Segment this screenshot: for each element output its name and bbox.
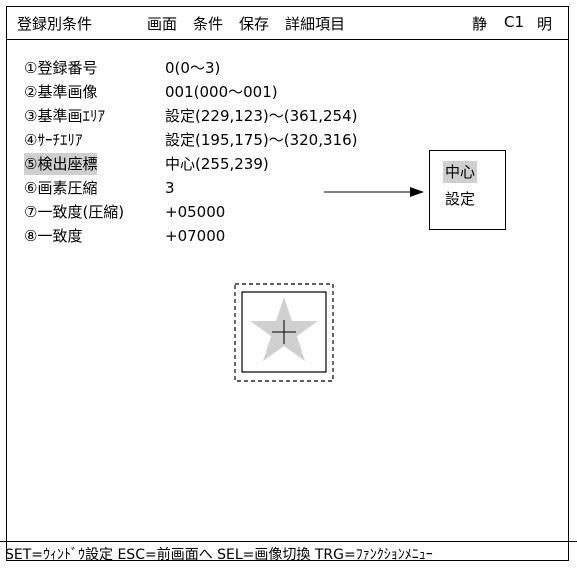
setting-label-search-area[interactable]: ④ｻｰﾁｴﾘｱ xyxy=(24,129,82,151)
coordinate-option-popup: 中心 設定 xyxy=(429,150,506,230)
setting-value-reference-image: 001(000～001) xyxy=(165,83,278,101)
setting-label-match[interactable]: ⑧一致度 xyxy=(24,225,82,247)
star-template-icon xyxy=(234,283,334,382)
setting-label-reference-area[interactable]: ③基準画ｴﾘｱ xyxy=(24,105,105,127)
setting-label-registration-no[interactable]: ①登録番号 xyxy=(24,57,97,79)
setting-value-pixel-compression: 3 xyxy=(165,179,175,197)
setting-label-match-compressed[interactable]: ⑦一致度(圧縮) xyxy=(24,201,124,223)
menu-item-save[interactable]: 保存 xyxy=(239,13,269,34)
menu-item-details[interactable]: 詳細項目 xyxy=(285,13,345,34)
camera-indicator: C1 xyxy=(504,13,525,31)
light-indicator: 明 xyxy=(537,15,553,33)
setting-value-search-area: 設定(195,175)～(320,316) xyxy=(165,131,358,149)
menu-bar: 登録別条件 画面 条件 保存 詳細項目 静 C1 明 xyxy=(6,6,569,40)
setting-label-pixel-compression[interactable]: ⑥画素圧縮 xyxy=(24,177,97,199)
setting-value-detect-coordinate: 中心(255,239) xyxy=(165,155,269,173)
option-center[interactable]: 中心 xyxy=(443,161,478,183)
setting-value-registration-no: 0(0～3) xyxy=(165,59,221,77)
mode-indicator: 静 xyxy=(472,15,488,33)
arrow-right-icon xyxy=(324,187,424,197)
setting-label-detect-coordinate[interactable]: ⑤検出座標 xyxy=(24,153,98,175)
setting-label-reference-image[interactable]: ②基準画像 xyxy=(24,81,97,103)
setting-value-reference-area: 設定(229,123)～(361,254) xyxy=(165,107,358,125)
screen-title: 登録別条件 xyxy=(17,15,93,33)
setting-value-match-compressed: +05000 xyxy=(165,203,226,221)
menu-item-condition[interactable]: 条件 xyxy=(193,13,223,34)
setting-value-match: +07000 xyxy=(165,227,226,245)
option-custom[interactable]: 設定 xyxy=(443,188,477,210)
key-guide-bar: SET=ｳｨﾝﾄﾞｳ設定 ESC=前画面へ SEL=画像切換 TRG=ﾌｧﾝｸｼ… xyxy=(0,541,577,568)
menu-item-screen[interactable]: 画面 xyxy=(147,13,177,34)
